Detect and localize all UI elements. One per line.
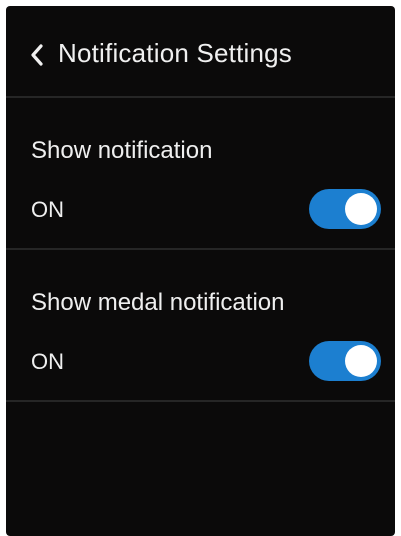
setting-label: Show medal notification [31,289,285,316]
show-notification-toggle[interactable] [309,189,381,229]
toggle-knob [345,345,377,377]
toggle-knob [345,193,377,225]
chevron-left-icon [31,44,43,66]
page-title: Notification Settings [58,38,292,68]
header-bar: Notification Settings [6,6,395,98]
setting-status: ON [31,349,64,374]
setting-row-show-medal-notification: Show medal notification ON [6,250,395,402]
notification-settings-screen: Notification Settings Show notification … [6,6,395,536]
setting-row-show-notification: Show notification ON [6,98,395,250]
setting-status: ON [31,197,64,222]
show-medal-notification-toggle[interactable] [309,341,381,381]
back-button[interactable] [26,40,48,70]
setting-label: Show notification [31,137,213,164]
